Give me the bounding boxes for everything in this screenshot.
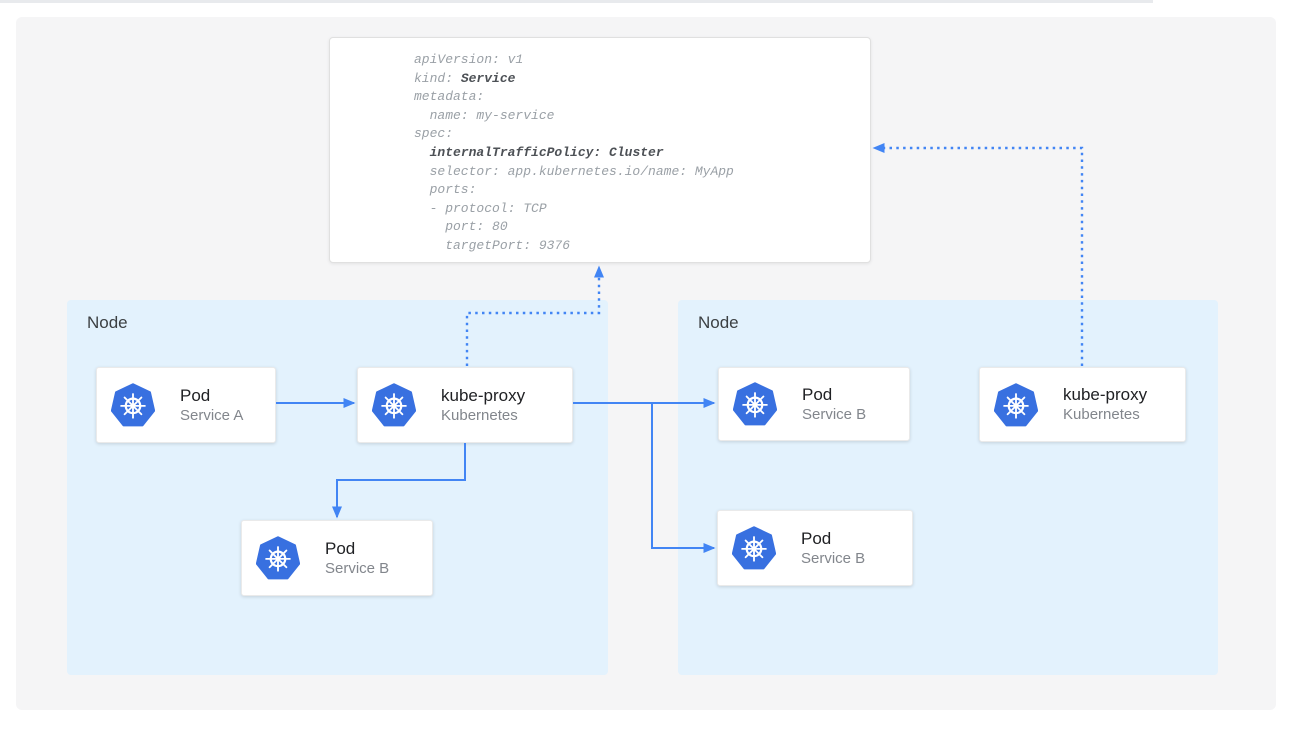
node-label: Node — [698, 313, 739, 333]
yaml-config-box: apiVersion: v1kind: Servicemetadata: nam… — [329, 37, 871, 263]
yaml-line: apiVersion: v1 — [414, 51, 862, 70]
card-title: kube-proxy — [1063, 384, 1147, 405]
card-subtitle: Kubernetes — [1063, 405, 1147, 425]
kube-proxy-card-right: kube-proxy Kubernetes — [979, 367, 1186, 442]
card-subtitle: Service B — [801, 549, 865, 569]
yaml-line: ports: — [414, 181, 862, 200]
node-label: Node — [87, 313, 128, 333]
pod-card-service-a: Pod Service A — [96, 367, 276, 443]
yaml-line: internalTrafficPolicy: Cluster — [414, 144, 862, 163]
pod-card-service-b-right-bottom: Pod Service B — [717, 510, 913, 586]
kubernetes-icon — [733, 382, 777, 426]
yaml-line: name: my-service — [414, 107, 862, 126]
yaml-line: selector: app.kubernetes.io/name: MyApp — [414, 163, 862, 182]
node-box-right: Node — [678, 300, 1218, 675]
pod-card-service-b-right-top: Pod Service B — [718, 367, 910, 441]
card-title: Pod — [802, 384, 866, 405]
kubernetes-icon — [994, 383, 1038, 427]
card-subtitle: Service B — [802, 405, 866, 425]
yaml-code: apiVersion: v1kind: Servicemetadata: nam… — [414, 51, 862, 256]
kubernetes-icon — [111, 383, 155, 427]
yaml-line: metadata: — [414, 88, 862, 107]
kubernetes-icon — [732, 526, 776, 570]
kubernetes-icon — [372, 383, 416, 427]
card-title: Pod — [801, 528, 865, 549]
card-title: Pod — [325, 538, 389, 559]
yaml-line: - protocol: TCP — [414, 200, 862, 219]
pod-card-service-b-left: Pod Service B — [241, 520, 433, 596]
node-box-left: Node — [67, 300, 608, 675]
card-title: Pod — [180, 385, 243, 406]
yaml-line: spec: — [414, 125, 862, 144]
yaml-line: targetPort: 9376 — [414, 237, 862, 256]
page-top-divider — [0, 0, 1153, 3]
kubernetes-icon — [256, 536, 300, 580]
card-subtitle: Service B — [325, 559, 389, 579]
yaml-line: kind: Service — [414, 70, 862, 89]
card-title: kube-proxy — [441, 385, 525, 406]
card-subtitle: Service A — [180, 406, 243, 426]
card-subtitle: Kubernetes — [441, 406, 525, 426]
yaml-line: port: 80 — [414, 218, 862, 237]
kube-proxy-card-left: kube-proxy Kubernetes — [357, 367, 573, 443]
